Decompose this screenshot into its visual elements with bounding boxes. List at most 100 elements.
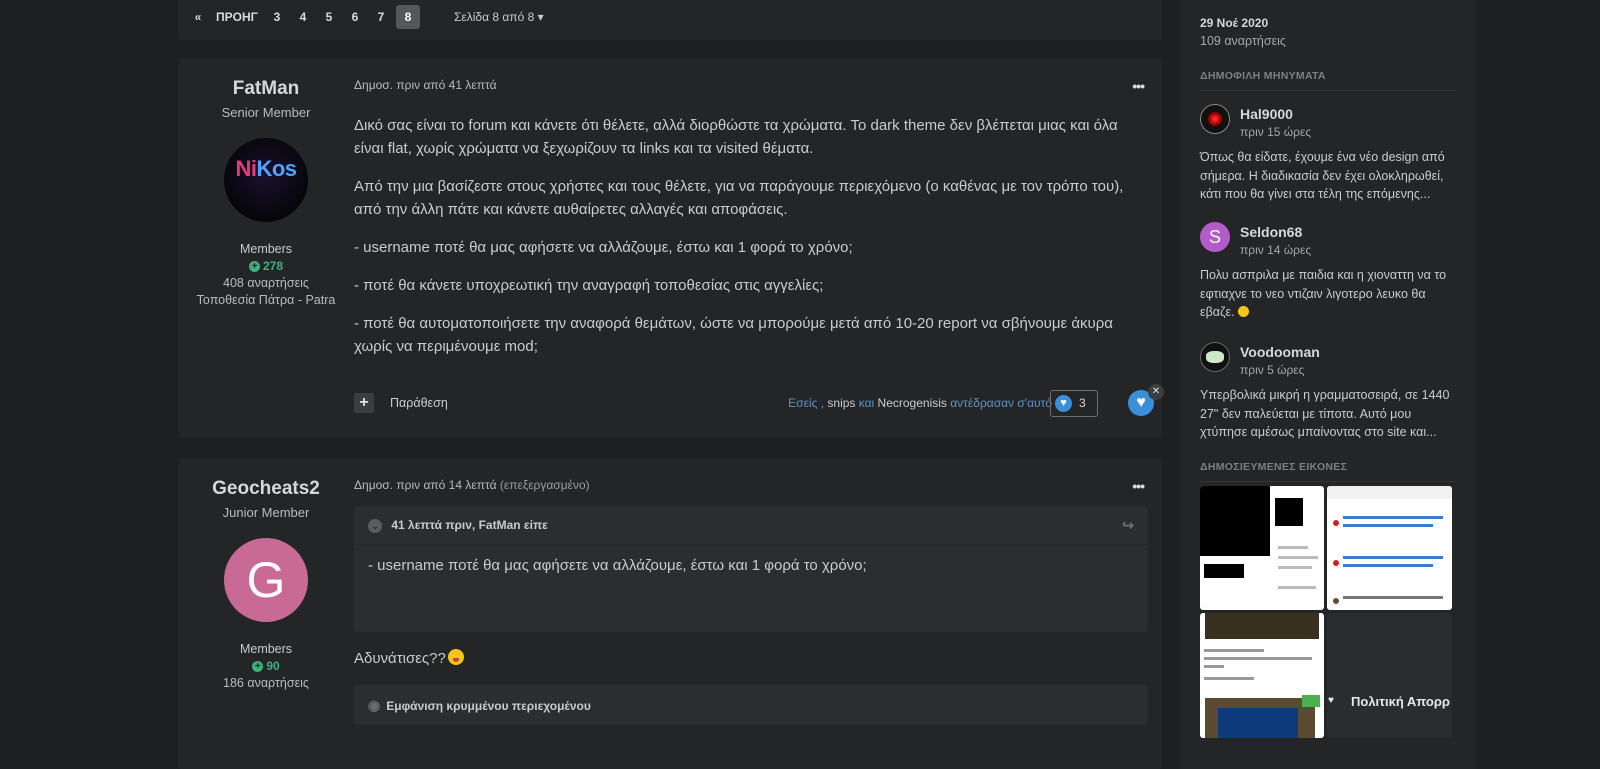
quote-button[interactable]: Παράθεση <box>390 396 448 410</box>
popular-post-excerpt-text: Πολυ ασπριλα με παιδια και η χιοναττη να… <box>1200 268 1447 319</box>
popular-post-author[interactable]: Voodooman <box>1240 344 1320 360</box>
heart-icon: ♥ <box>1055 395 1072 412</box>
plus-circle-icon: + <box>248 261 260 273</box>
avatar[interactable] <box>1200 104 1230 134</box>
author-title: Senior Member <box>221 105 311 120</box>
spoiler-toggle[interactable]: ◉ Εμφάνιση κρυμμένου περιεχομένου <box>354 685 1148 725</box>
post-fatman: FatMan Senior Member NiKos Members +278 … <box>178 58 1164 438</box>
author-location: Τοποθεσία Πάτρα - Patra <box>196 293 336 307</box>
post-paragraph: Δικό σας είναι το forum και κάνετε ότι θ… <box>354 117 1118 157</box>
quote-block: ⌄ 41 λεπτά πριν, FatMan είπε ↪ - usernam… <box>354 506 1148 632</box>
page-link-4[interactable]: 4 <box>294 5 312 29</box>
popular-post-time: πριν 14 ώρες <box>1240 243 1312 257</box>
author-name[interactable]: FatMan <box>178 78 354 100</box>
gallery-image[interactable] <box>1327 486 1452 610</box>
quote-header[interactable]: ⌄ 41 λεπτά πριν, FatMan είπε ↪ <box>354 506 1148 545</box>
image-content <box>1200 486 1270 556</box>
image-gallery: ♥ Πολιτική Απορρ <box>1200 486 1452 738</box>
reputation-value: 278 <box>262 259 284 273</box>
reacted-suffix: αντέδρασαν σ'αυτό <box>946 396 1052 410</box>
image-content <box>1204 564 1244 578</box>
post-paragraph: - ποτέ θα κάνετε υποχρεωτική την αναγραφ… <box>354 277 824 294</box>
share-icon[interactable]: ↪ <box>1122 506 1134 544</box>
page-link-6[interactable]: 6 <box>346 5 364 29</box>
page-link-7[interactable]: 7 <box>372 5 390 29</box>
page-jump-dropdown[interactable]: Σελίδα 8 από 8 ▾ <box>454 5 544 29</box>
page-link-5[interactable]: 5 <box>320 5 338 29</box>
flushed-emoji-icon <box>1238 306 1250 317</box>
popular-post-author[interactable]: Seldon68 <box>1240 224 1302 240</box>
reputation-badge: +278 <box>178 259 354 273</box>
image-content <box>1204 665 1224 668</box>
close-icon[interactable]: ✕ <box>1148 384 1164 400</box>
page-link-8-current[interactable]: 8 <box>396 5 420 29</box>
popular-posts-heading: ΔΗΜΟΦΙΛΗ ΜΗΝΥΜΑΤΑ <box>1200 70 1456 91</box>
topic-post-count: 109 αναρτήσεις <box>1200 34 1286 48</box>
avatar[interactable]: G <box>224 538 308 622</box>
author-group: Members <box>239 242 293 256</box>
image-content <box>1275 498 1303 526</box>
image-content <box>1278 546 1308 549</box>
reacted-user-necrogenisis[interactable]: Necrogenisis <box>878 396 947 410</box>
image-content <box>1205 613 1319 639</box>
image-content <box>1333 598 1339 604</box>
author-post-count: 408 αναρτήσεις <box>223 276 309 290</box>
ellipsis-icon[interactable]: ••• <box>1132 478 1145 494</box>
quote-header-text: 41 λεπτά πριν, FatMan είπε <box>391 518 548 532</box>
reacted-user-snips[interactable]: snips <box>827 396 855 410</box>
chevron-down-icon[interactable]: ⌄ <box>368 518 382 533</box>
image-content <box>1204 677 1254 680</box>
image-content <box>1343 516 1443 519</box>
reacted-and: και <box>855 396 878 410</box>
popular-post-time: πριν 15 ώρες <box>1240 125 1312 139</box>
grin-emoji-icon <box>447 649 464 665</box>
avatar[interactable]: S <box>1200 222 1230 252</box>
popular-post-excerpt[interactable]: Όπως θα είδατε, έχουμε ένα νέο design απ… <box>1200 148 1456 204</box>
image-content <box>1343 564 1433 567</box>
author-name[interactable]: Geocheats2 <box>178 478 354 500</box>
reacted-sep: , <box>817 396 828 410</box>
reaction-count-box[interactable]: ♥ 3 <box>1050 390 1098 417</box>
ellipsis-icon[interactable]: ••• <box>1132 78 1145 94</box>
image-content <box>1333 520 1339 526</box>
heart-icon: ♥ <box>1328 695 1334 706</box>
posted-images-heading: ΔΗΜΟΣΙΕΥΜΕΝΕΣ ΕΙΚΟΝΕΣ <box>1200 461 1457 482</box>
author-group: Members <box>239 642 293 656</box>
image-content <box>1327 486 1452 499</box>
quote-text: - username ποτέ θα μας αφήσετε να αλλάζο… <box>368 557 867 574</box>
gallery-image[interactable] <box>1200 613 1324 738</box>
image-content <box>1343 524 1433 527</box>
prev-double-chevron-icon[interactable]: « <box>188 5 208 29</box>
popular-post-time: πριν 5 ώρες <box>1240 363 1305 377</box>
reply-text-content: Αδυνάτισες?? <box>354 650 446 667</box>
reaction-count: 3 <box>1079 396 1086 410</box>
multiquote-plus-icon[interactable]: + <box>354 393 374 413</box>
gallery-image[interactable]: ♥ Πολιτική Απορρ <box>1327 613 1452 738</box>
image-content <box>1302 695 1320 707</box>
reply-text: Αδυνάτισες?? <box>354 649 464 667</box>
gallery-image-caption: Πολιτική Απορρ <box>1351 694 1450 709</box>
image-content <box>1333 560 1339 566</box>
popular-post-excerpt[interactable]: Υπερβολικά μικρή η γραμματοσειρά, σε 144… <box>1200 386 1456 442</box>
avatar[interactable]: NiKos <box>224 138 308 222</box>
edited-indicator[interactable]: (επεξεργασμένο) <box>500 478 590 492</box>
page-link-3[interactable]: 3 <box>268 5 286 29</box>
post-meta-date[interactable]: Δημοσ. πριν από 41 λεπτά <box>354 78 497 92</box>
popular-post-excerpt[interactable]: Πολυ ασπριλα με παιδια και η χιοναττη να… <box>1200 266 1456 322</box>
page-jump-label: Σελίδα 8 από 8 <box>454 10 535 24</box>
image-content <box>1204 649 1264 652</box>
image-content <box>1278 556 1318 559</box>
image-content <box>1343 556 1443 559</box>
pagination-bar: « ΠΡΟΗΓ 3 4 5 6 7 8 Σελίδα 8 από 8 ▾ <box>178 0 1162 40</box>
image-content <box>1278 566 1312 569</box>
image-content <box>1278 586 1316 589</box>
avatar[interactable] <box>1200 342 1230 372</box>
reacted-you[interactable]: Εσείς <box>788 396 817 410</box>
gallery-image[interactable] <box>1200 486 1324 610</box>
prev-page-button[interactable]: ΠΡΟΗΓ <box>216 5 258 29</box>
caret-down-icon: ▾ <box>537 10 544 24</box>
post-controls: + Παράθεση Εσείς , snips και Necrogenisi… <box>354 384 1164 420</box>
topic-date: 29 Νοέ 2020 <box>1200 16 1269 30</box>
popular-post-author[interactable]: Hal9000 <box>1240 106 1293 122</box>
post-date-link[interactable]: Δημοσ. πριν από 14 λεπτά <box>354 478 497 492</box>
